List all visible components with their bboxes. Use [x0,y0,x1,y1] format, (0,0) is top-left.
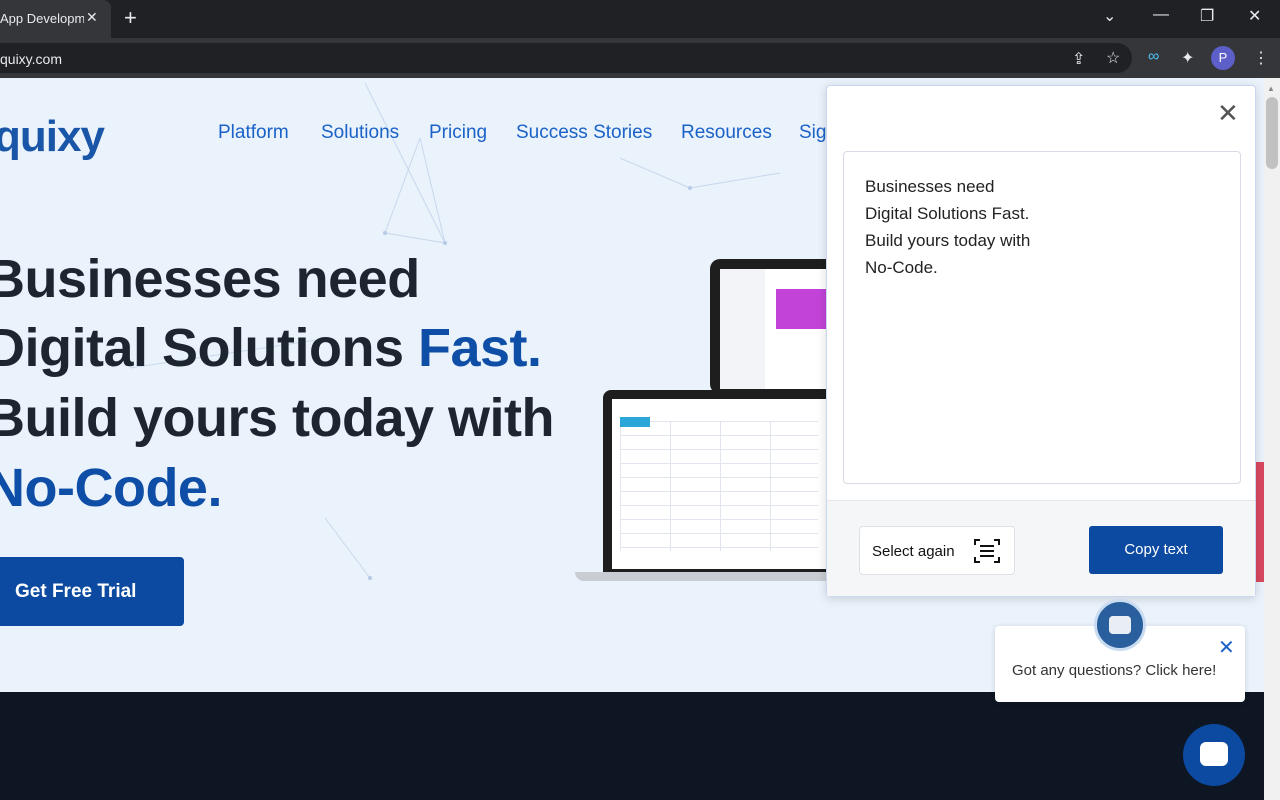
popup-close-icon[interactable]: ✕ [1217,100,1239,126]
scroll-up-arrow-icon[interactable]: ▲ [1267,84,1275,93]
hero-heading-line1: Businesses need [0,249,420,309]
browser-menu-icon[interactable]: ⋮ [1253,48,1269,68]
tab-title: App Development [0,11,84,26]
nav-pricing[interactable]: Pricing [429,122,487,144]
extensions-puzzle-icon[interactable]: ✦ [1181,48,1194,68]
chat-bubble-icon [1200,742,1228,766]
share-icon[interactable]: ⇪ [1072,49,1085,69]
tablet-mockup-image [710,259,840,394]
nav-resources[interactable]: Resources [681,122,772,144]
extension-icon[interactable]: ∞ [1148,48,1159,66]
hero-line2-accent: Fast. [418,318,542,378]
copy-text-button[interactable]: Copy text [1089,526,1223,574]
chat-launcher-button[interactable] [1183,724,1245,786]
hero-heading-line2: Digital Solutions Fast. [0,317,542,379]
laptop-mockup-image [603,390,835,574]
extracted-text-line: Digital Solutions Fast. [865,204,1030,223]
side-tab-strip[interactable] [1255,462,1264,582]
extracted-text-line: Build yours today with [865,231,1031,250]
window-close-button[interactable]: ✕ [1248,6,1261,26]
browser-tab[interactable]: App Development ✕ [0,0,111,38]
restore-button[interactable]: ❐ [1200,6,1214,26]
quixy-logo[interactable]: quixy [0,112,105,162]
hero-line2-text: Digital Solutions [0,318,418,378]
select-again-label: Select again [872,543,955,560]
chat-prompt-text: Got any questions? Click here! [1012,662,1217,679]
popup-footer: Select again Copy text [827,500,1255,596]
new-tab-button[interactable]: + [124,6,137,30]
get-free-trial-button[interactable]: Get Free Trial [0,557,184,626]
address-bar[interactable]: quixy.com [0,43,1132,73]
bookmark-star-icon[interactable]: ☆ [1106,48,1120,68]
extracted-text-area[interactable]: Businesses need Digital Solutions Fast. … [843,151,1241,484]
chat-close-icon[interactable]: ✕ [1218,638,1235,658]
nav-success-stories[interactable]: Success Stories [516,122,652,144]
text-capture-popup: ✕ Businesses need Digital Solutions Fast… [826,85,1256,597]
select-again-button[interactable]: Select again [859,526,1015,575]
nav-solutions[interactable]: Solutions [321,122,399,144]
tab-strip: App Development ✕ + ⌄ — ❐ ✕ [0,0,1280,38]
url-text: quixy.com [0,51,62,67]
tab-search-icon[interactable]: ⌄ [1103,6,1116,26]
scrollbar-thumb[interactable] [1266,97,1278,169]
hero-heading-line3: Build yours today with [0,388,555,448]
minimize-button[interactable]: — [1153,6,1169,24]
text-select-icon [974,539,1000,563]
chat-bot-avatar[interactable] [1094,599,1146,651]
hero-heading-line4: No-Code. [0,458,222,518]
tab-close-icon[interactable]: ✕ [86,9,98,26]
laptop-base [575,572,837,581]
robot-icon [1109,616,1131,634]
profile-avatar[interactable]: P [1211,46,1235,70]
nav-platform[interactable]: Platform [218,122,289,144]
browser-toolbar: quixy.com ⇪ ☆ ∞ ✦ P ⋮ [0,38,1280,78]
nav-sign-in[interactable]: Sig [799,122,826,144]
extracted-text-line: Businesses need [865,177,995,196]
extracted-text-line: No-Code. [865,258,938,277]
dark-section [0,692,1264,800]
page-scrollbar[interactable] [1264,78,1280,800]
